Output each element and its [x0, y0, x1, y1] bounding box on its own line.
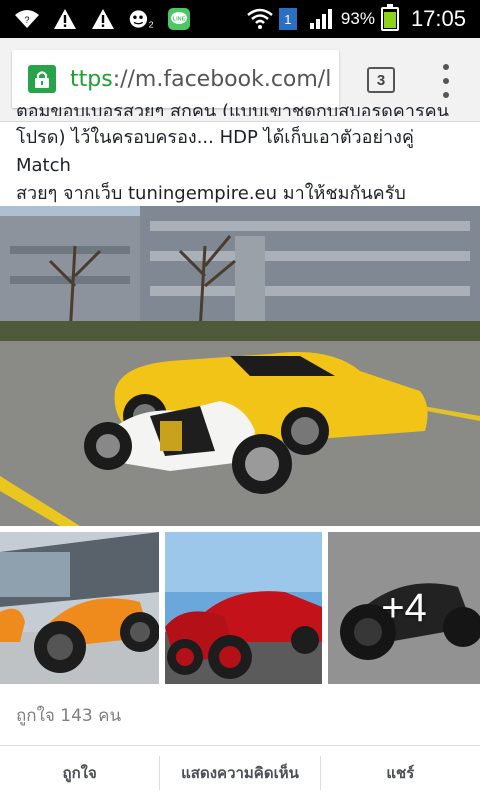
post-main-photo[interactable] [0, 206, 480, 526]
post-photo-thumbnail[interactable]: +4 [328, 532, 480, 684]
url-scheme: ttps [70, 66, 113, 92]
share-button[interactable]: แชร์ [321, 761, 480, 785]
post-action-bar: ถูกใจ แสดงความคิดเห็น แชร์ [0, 745, 480, 800]
post-text-line: ตอมขอบเบอรสวยๆ สกคน (แบบเขาชุดกบสบอรดคาร… [16, 101, 449, 116]
url-host: ://m.facebook.com/l [112, 66, 332, 92]
svg-text:LINE: LINE [173, 17, 186, 23]
line-app-icon: LINE [166, 7, 192, 31]
post-photo-thumbnail[interactable] [0, 532, 159, 684]
clock: 17:05 [410, 6, 466, 31]
lock-icon [28, 65, 56, 93]
post-text-line: โปรด) ไว้ในครอบครอง... HDP ได้เก็บเอาตัว… [16, 127, 414, 176]
more-photos-count: +4 [381, 585, 427, 630]
warning-icon [90, 7, 116, 31]
svg-text:?: ? [24, 15, 29, 25]
wifi-notification-icon: ? [14, 7, 40, 31]
cell-signal-icon [309, 7, 335, 31]
comment-button[interactable]: แสดงความคิดเห็น [160, 761, 319, 785]
post-text: ตอมขอบเบอรสวยๆ สกคน (แบบเขาชุดกบสบอรดคาร… [16, 101, 472, 208]
wifi-signal-icon [247, 7, 273, 31]
post-text-line: สวยๆ จากเว็บ tuningempire.eu มาให้ชมกันค… [16, 183, 406, 204]
post-photo-thumbnail[interactable] [165, 532, 322, 684]
battery-icon [380, 4, 399, 31]
sim-badge: 1 [278, 8, 297, 30]
url-text: ttps://m.facebook.com/l [70, 67, 331, 92]
overflow-menu-icon[interactable] [436, 64, 456, 98]
battery-percent: 93% [340, 9, 375, 28]
like-button[interactable]: ถูกใจ [0, 761, 159, 785]
svg-text:2: 2 [149, 20, 154, 30]
likes-count[interactable]: ถูกใจ 143 คน [16, 702, 121, 729]
status-bar: ? 2 LINE 1 93% 17:05 [0, 0, 480, 38]
mascot-icon: 2 [128, 7, 154, 31]
tab-switcher-button[interactable]: 3 [367, 67, 395, 93]
warning-icon [52, 7, 78, 31]
